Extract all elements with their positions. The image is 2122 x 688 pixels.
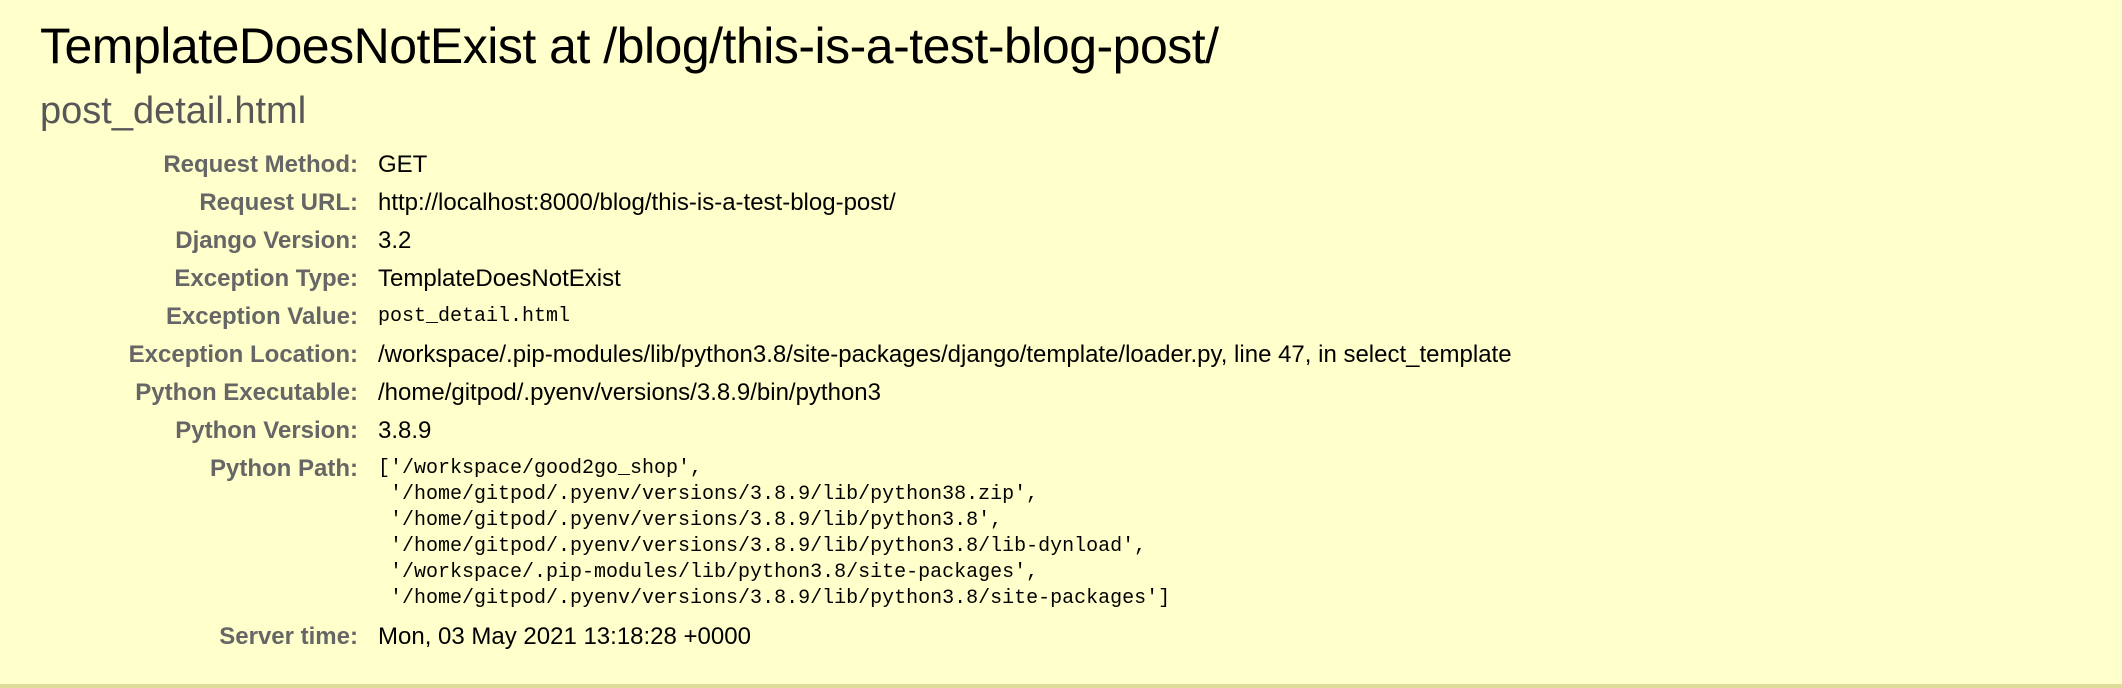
- meta-row-exception-value: Exception Value: post_detail.html: [40, 298, 1512, 336]
- meta-value: 3.8.9: [378, 417, 432, 444]
- python-path-entry: ['/workspace/good2go_shop',: [378, 457, 703, 480]
- meta-value: post_detail.html: [378, 305, 571, 328]
- meta-label: Server time:: [219, 623, 358, 650]
- meta-label: Request Method:: [163, 151, 358, 178]
- meta-label: Exception Type:: [174, 265, 358, 292]
- meta-value: http://localhost:8000/blog/this-is-a-tes…: [378, 189, 896, 216]
- meta-row-exception-type: Exception Type: TemplateDoesNotExist: [40, 260, 1512, 298]
- meta-row-python-executable: Python Executable: /home/gitpod/.pyenv/v…: [40, 374, 1512, 412]
- meta-row-exception-location: Exception Location: /workspace/.pip-modu…: [40, 336, 1512, 374]
- error-title: TemplateDoesNotExist at /blog/this-is-a-…: [40, 18, 1219, 74]
- meta-label: Python Version:: [175, 417, 358, 444]
- meta-label: Exception Location:: [128, 341, 358, 368]
- meta-row-request-method: Request Method: GET: [40, 146, 1512, 184]
- meta-row-python-path: Python Path: ['/workspace/good2go_shop',…: [40, 450, 1512, 618]
- meta-label: Python Path:: [210, 455, 358, 482]
- python-path-entry: '/workspace/.pip-modules/lib/python3.8/s…: [378, 561, 1039, 584]
- python-path-entry: '/home/gitpod/.pyenv/versions/3.8.9/lib/…: [378, 535, 1147, 558]
- python-path-entry: '/home/gitpod/.pyenv/versions/3.8.9/lib/…: [378, 587, 1171, 610]
- python-path-entry: '/home/gitpod/.pyenv/versions/3.8.9/lib/…: [378, 509, 1003, 532]
- meta-value: GET: [378, 151, 428, 178]
- meta-value: Mon, 03 May 2021 13:18:28 +0000: [378, 623, 751, 650]
- section-divider: [0, 684, 2122, 688]
- meta-label: Python Executable:: [135, 379, 358, 406]
- meta-row-server-time: Server time: Mon, 03 May 2021 13:18:28 +…: [40, 618, 1512, 656]
- python-path-list: ['/workspace/good2go_shop', '/home/gitpo…: [378, 450, 1512, 618]
- meta-row-django-version: Django Version: 3.2: [40, 222, 1512, 260]
- meta-label: Exception Value:: [165, 303, 358, 330]
- request-meta-table: Request Method: GET Request URL: http://…: [40, 146, 1512, 656]
- meta-row-python-version: Python Version: 3.8.9: [40, 412, 1512, 450]
- meta-row-request-url: Request URL: http://localhost:8000/blog/…: [40, 184, 1512, 222]
- error-subtitle: post_detail.html: [40, 90, 307, 132]
- meta-value: /home/gitpod/.pyenv/versions/3.8.9/bin/p…: [378, 379, 881, 406]
- error-summary: TemplateDoesNotExist at /blog/this-is-a-…: [0, 0, 2122, 684]
- meta-value: ['/workspace/good2go_shop', '/home/gitpo…: [378, 450, 1512, 618]
- meta-value: /workspace/.pip-modules/lib/python3.8/si…: [378, 341, 1512, 368]
- meta-label: Django Version:: [175, 227, 358, 254]
- meta-value: 3.2: [378, 227, 412, 254]
- meta-label: Request URL:: [199, 189, 358, 216]
- python-path-entry: '/home/gitpod/.pyenv/versions/3.8.9/lib/…: [378, 483, 1039, 506]
- meta-value: TemplateDoesNotExist: [378, 265, 621, 292]
